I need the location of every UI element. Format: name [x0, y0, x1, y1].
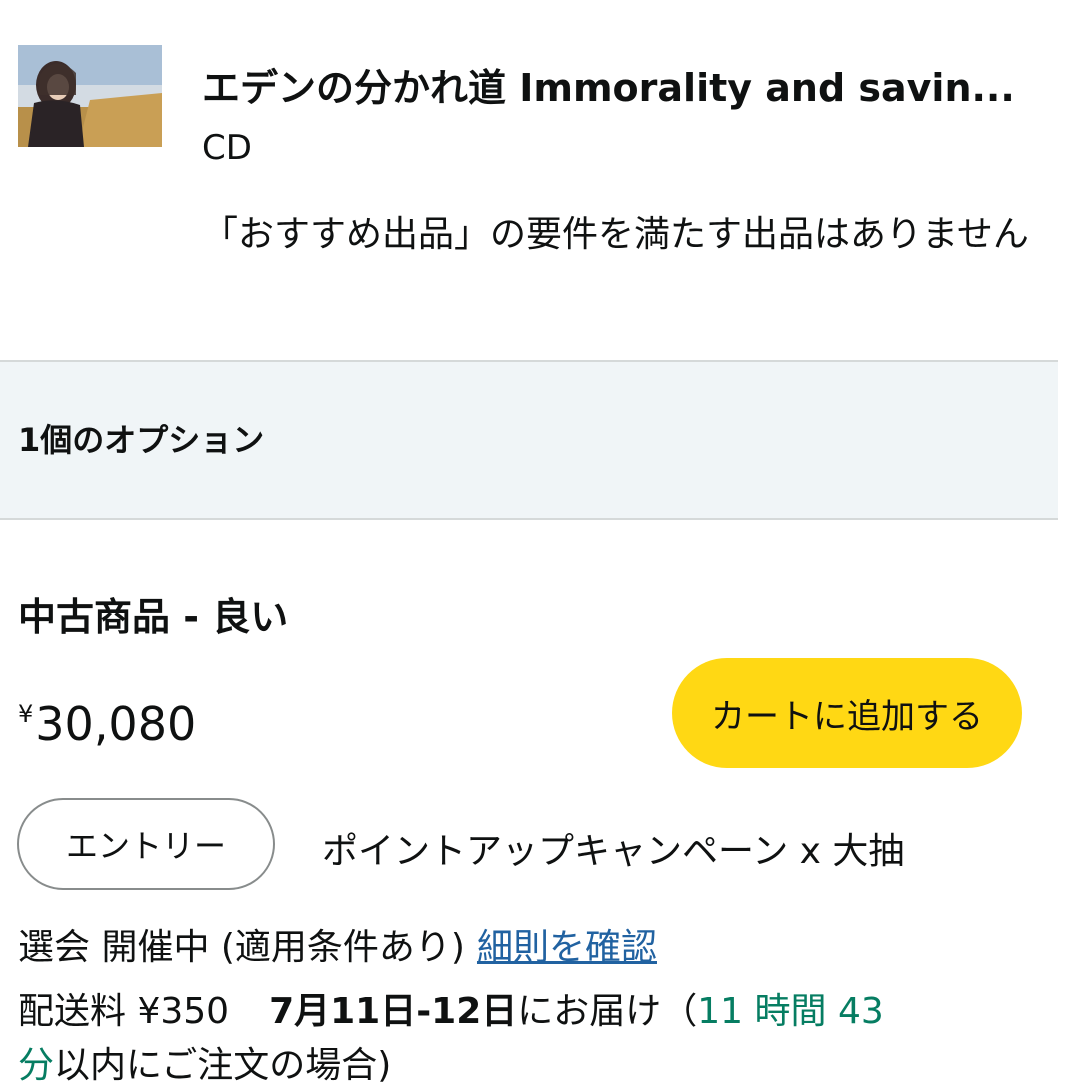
currency-symbol: ¥: [18, 700, 34, 728]
offer-condition: 中古商品 - 良い: [18, 595, 289, 639]
order-countdown: 11 時間 43: [697, 991, 884, 1032]
campaign-text-line1: ポイントアップキャンペーン x 大抽: [322, 831, 905, 872]
album-cover-icon: [18, 45, 162, 147]
campaign-text-line2: 選会 開催中 (適用条件あり) 細則を確認: [18, 922, 657, 974]
price-value: 30,080: [35, 697, 197, 751]
options-count-title: 1個のオプション: [18, 421, 265, 459]
product-format: CD: [202, 128, 252, 168]
product-thumbnail[interactable]: [18, 45, 162, 147]
recommended-offer-notice: 「おすすめ出品」の要件を満たす出品はありません: [202, 214, 1029, 255]
shipping-fee: 配送料 ¥350: [18, 991, 230, 1032]
delivery-suffix: にお届け（: [517, 991, 698, 1032]
entry-button[interactable]: エントリー: [17, 798, 275, 890]
delivery-info-line1: 配送料 ¥350 7月11日-12日にお届け（11 時間 43: [18, 986, 884, 1038]
offer-price: ¥30,080: [18, 684, 196, 754]
delivery-date: 7月11日-12日: [269, 991, 518, 1032]
details-link[interactable]: 細則を確認: [477, 927, 657, 968]
campaign-status: 選会 開催中 (適用条件あり): [18, 927, 465, 968]
add-to-cart-button[interactable]: カートに追加する: [672, 658, 1022, 768]
delivery-info-line2: 分以内にご注文の場合): [18, 1040, 391, 1092]
product-title[interactable]: エデンの分かれ道 Immorality and savin...: [202, 62, 1022, 114]
